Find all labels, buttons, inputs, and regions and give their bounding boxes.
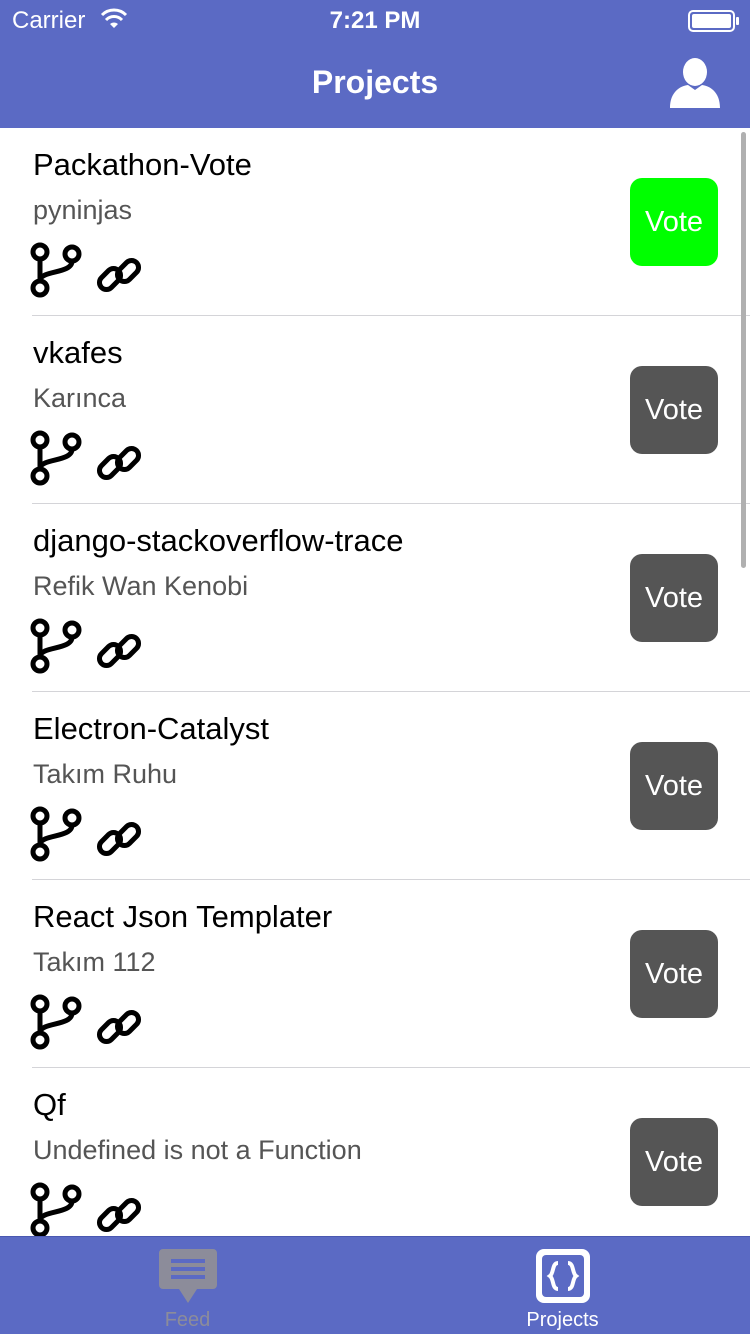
git-branch-icon[interactable] (30, 242, 82, 298)
git-branch-icon[interactable] (30, 994, 82, 1050)
project-row[interactable]: Electron-Catalyst Takım Ruhu Vote (0, 692, 750, 880)
link-icon[interactable] (94, 438, 144, 488)
header: Carrier 7:21 PM Projects (0, 0, 750, 128)
tab-projects-label: Projects (526, 1309, 599, 1331)
project-title: Electron-Catalyst (33, 711, 270, 746)
tab-feed[interactable]: Feed (0, 1237, 375, 1334)
project-title: vkafes (33, 335, 123, 370)
vote-button[interactable]: Vote (630, 366, 718, 454)
project-team: Takım 112 (33, 947, 156, 977)
status-bar: Carrier 7:21 PM (0, 0, 750, 40)
project-title: React Json Templater (33, 899, 333, 934)
link-icon[interactable] (94, 814, 144, 864)
project-title: Packathon-Vote (33, 147, 252, 182)
vote-button[interactable]: Vote (630, 1118, 718, 1206)
project-team: Takım Ruhu (33, 759, 178, 789)
vote-button[interactable]: Vote (630, 742, 718, 830)
git-branch-icon[interactable] (30, 430, 82, 486)
page-title: Projects (311, 64, 439, 100)
project-title: Qf (33, 1087, 66, 1122)
project-row[interactable]: Qf Undefined is not a Function Vote (0, 1068, 750, 1236)
project-row[interactable]: vkafes Karınca Vote (0, 316, 750, 504)
link-icon[interactable] (94, 626, 144, 676)
project-row[interactable]: React Json Templater Takım 112 Vote (0, 880, 750, 1068)
git-branch-icon[interactable] (30, 1182, 82, 1236)
tab-bar: Feed Projects (0, 1236, 750, 1334)
git-branch-icon[interactable] (30, 806, 82, 862)
tab-feed-label: Feed (164, 1309, 211, 1331)
link-icon[interactable] (94, 250, 144, 300)
project-team: Undefined is not a Function (33, 1135, 362, 1165)
vote-button[interactable]: Vote (630, 178, 718, 266)
project-row[interactable]: Packathon-Vote pyninjas Vote (0, 128, 750, 316)
git-branch-icon[interactable] (30, 618, 82, 674)
code-braces-icon (536, 1249, 590, 1303)
project-list[interactable]: Packathon-Vote pyninjas Vote vkafes Karınca V… (0, 128, 750, 1236)
chat-bubble-icon (159, 1249, 217, 1303)
link-icon[interactable] (94, 1002, 144, 1052)
scroll-indicator[interactable] (741, 132, 746, 568)
status-time: 7:21 PM (329, 7, 421, 34)
project-team: Karınca (33, 383, 127, 413)
tab-projects[interactable]: Projects (375, 1237, 750, 1334)
project-row[interactable]: django-stackoverflow-trace Refik Wan Keno… (0, 504, 750, 692)
vote-button[interactable]: Vote (630, 930, 718, 1018)
project-team: Refik Wan Kenobi (33, 571, 249, 601)
project-team: pyninjas (33, 195, 133, 225)
battery-icon (688, 10, 739, 32)
app-screen: Carrier 7:21 PM Projects Packathon-Vote p… (0, 0, 750, 1334)
profile-icon[interactable] (668, 54, 722, 108)
project-title: django-stackoverflow-trace (33, 523, 404, 558)
link-icon[interactable] (94, 1190, 144, 1236)
vote-button[interactable]: Vote (630, 554, 718, 642)
